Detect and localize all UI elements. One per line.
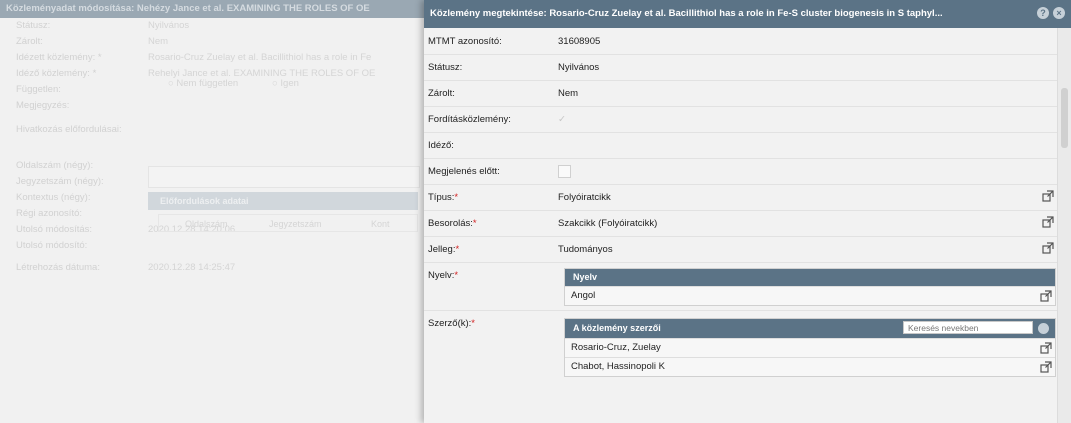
dialog-titlebar: Közlemény megtekintése: Rosario-Cruz Zue… xyxy=(424,0,1071,28)
required-marker: * xyxy=(455,244,460,255)
required-marker: * xyxy=(454,192,459,203)
open-link-icon[interactable] xyxy=(1042,216,1054,228)
row-authors: Szerző(k):* A közlemény szerzői Keresés … xyxy=(424,310,1057,423)
label-authors: Szerző(k):* xyxy=(428,318,475,329)
authors-search-input[interactable]: Keresés nevekben xyxy=(903,321,1033,334)
label-locked: Zárolt: xyxy=(428,88,455,99)
label-mtmt-id: MTMT azonosító: xyxy=(428,36,502,47)
open-link-icon[interactable] xyxy=(1042,242,1054,254)
required-marker: * xyxy=(472,218,477,229)
language-value: Angol xyxy=(571,290,596,301)
author-name: Chabot, Hassinopoli K xyxy=(571,361,665,372)
label-status: Státusz: xyxy=(428,62,463,73)
label-citing: Idéző: xyxy=(428,140,454,151)
open-link-icon[interactable] xyxy=(1042,190,1054,202)
titlebar-controls: ? × xyxy=(1037,7,1067,21)
row-mtmt-id: MTMT azonosító: 31608905 xyxy=(424,28,1057,55)
label-character: Jelleg:* xyxy=(428,244,459,255)
dialog-scrollbar[interactable] xyxy=(1057,28,1071,423)
language-row[interactable]: Angol xyxy=(565,286,1055,305)
label-pre-publication: Megjelenés előtt: xyxy=(428,166,500,177)
row-status: Státusz: Nyilvános xyxy=(424,54,1057,81)
label-language: Nyelv:* xyxy=(428,270,458,281)
authors-grid-title: A közlemény szerzői xyxy=(573,323,661,333)
label-character-text: Jelleg: xyxy=(428,244,456,255)
clear-search-icon[interactable] xyxy=(1038,323,1049,334)
row-classification: Besorolás:* Szakcikk (Folyóiratcikk) xyxy=(424,210,1057,237)
label-type-text: Típus: xyxy=(428,192,455,203)
label-translation: Fordításközlemény: xyxy=(428,114,511,125)
author-row[interactable]: Rosario-Cruz, Zuelay xyxy=(565,338,1055,357)
value-type: Folyóiratcikk xyxy=(558,192,611,203)
close-icon[interactable]: × xyxy=(1053,7,1065,19)
row-citing: Idéző: xyxy=(424,132,1057,159)
check-icon: ✓ xyxy=(558,114,566,125)
language-grid-header: Nyelv xyxy=(565,269,1055,286)
value-classification: Szakcikk (Folyóiratcikk) xyxy=(558,218,658,229)
required-marker: * xyxy=(454,270,459,281)
scrollbar-thumb[interactable] xyxy=(1061,88,1068,148)
authors-grid-header: A közlemény szerzői Keresés nevekben xyxy=(565,319,1055,338)
row-translation: Fordításközlemény: ✓ xyxy=(424,106,1057,133)
open-link-icon[interactable] xyxy=(1040,342,1052,354)
value-mtmt-id: 31608905 xyxy=(558,36,601,47)
row-language: Nyelv:* Nyelv Angol xyxy=(424,262,1057,311)
label-authors-text: Szerző(k): xyxy=(428,318,472,329)
author-row[interactable]: Chabot, Hassinopoli K xyxy=(565,357,1055,376)
row-locked: Zárolt: Nem xyxy=(424,80,1057,107)
publication-view-dialog: Közlemény megtekintése: Rosario-Cruz Zue… xyxy=(424,0,1071,423)
help-icon[interactable]: ? xyxy=(1037,7,1049,19)
value-character: Tudományos xyxy=(558,244,613,255)
dialog-content: MTMT azonosító: 31608905 Státusz: Nyilvá… xyxy=(424,28,1057,423)
value-locked: Nem xyxy=(558,88,579,99)
label-type: Típus:* xyxy=(428,192,458,203)
label-language-text: Nyelv: xyxy=(428,270,455,281)
author-name: Rosario-Cruz, Zuelay xyxy=(571,342,661,353)
modal-overlay xyxy=(0,0,430,423)
open-link-icon[interactable] xyxy=(1040,290,1052,302)
authors-grid: A közlemény szerzői Keresés nevekben Ros… xyxy=(564,318,1056,377)
open-link-icon[interactable] xyxy=(1040,361,1052,373)
dialog-title: Közlemény megtekintése: Rosario-Cruz Zue… xyxy=(430,8,943,19)
value-status: Nyilvános xyxy=(558,62,600,73)
required-marker: * xyxy=(471,318,475,329)
label-classification-text: Besorolás: xyxy=(428,218,473,229)
row-type: Típus:* Folyóiratcikk xyxy=(424,184,1057,211)
row-character: Jelleg:* Tudományos xyxy=(424,236,1057,263)
pre-publication-checkbox xyxy=(558,165,571,178)
row-pre-publication: Megjelenés előtt: xyxy=(424,158,1057,185)
language-grid: Nyelv Angol xyxy=(564,268,1056,306)
label-classification: Besorolás:* xyxy=(428,218,477,229)
